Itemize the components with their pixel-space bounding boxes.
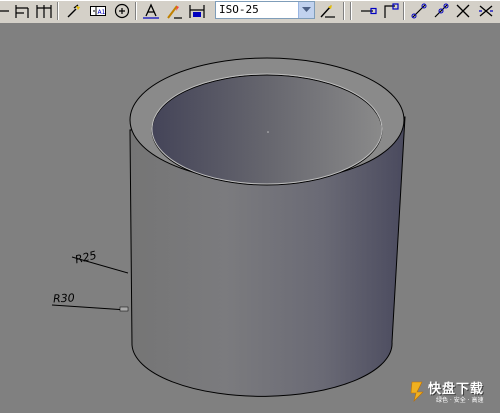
dimstyle-select[interactable]: ISO-25 xyxy=(215,1,315,19)
dim-baseline-icon[interactable] xyxy=(12,1,32,21)
tolerance-icon[interactable]: A1 xyxy=(88,1,108,21)
drawing-viewport xyxy=(51,57,406,397)
dimension-label-r30[interactable]: R30 xyxy=(53,291,75,305)
center-mark-icon[interactable] xyxy=(112,1,132,21)
chevron-down-icon[interactable] xyxy=(298,2,314,18)
leader-arrow-r30 xyxy=(119,306,129,312)
drawing-canvas[interactable]: R25 R30 xyxy=(0,24,500,409)
snap-tangent-icon[interactable] xyxy=(409,1,429,21)
center-point-marker xyxy=(267,131,269,133)
dim-text-edit-icon[interactable] xyxy=(164,1,184,21)
snap-intersection-icon[interactable] xyxy=(453,1,473,21)
dim-update-icon[interactable] xyxy=(187,1,207,21)
dimstyle-value: ISO-25 xyxy=(219,3,259,16)
watermark-subtitle: 绿色 · 安全 · 高速 xyxy=(436,397,484,404)
dim-continue-icon[interactable] xyxy=(34,1,54,21)
toolbar-separator xyxy=(343,2,345,20)
dim-style-icon[interactable] xyxy=(317,1,337,21)
dim-edit-icon[interactable] xyxy=(141,1,161,21)
toolbar-separator xyxy=(350,2,352,20)
snap-node-icon[interactable] xyxy=(380,1,400,21)
quick-leader-icon[interactable] xyxy=(64,1,84,21)
site-watermark: 快盘下载 绿色 · 安全 · 高速 xyxy=(410,378,498,406)
svg-text:A1: A1 xyxy=(98,9,106,16)
snap-none-icon[interactable] xyxy=(476,1,496,21)
watermark-logo-icon xyxy=(410,381,424,402)
toolbar-separator xyxy=(57,2,59,20)
dimension-toolbar: A1 ISO-25 xyxy=(0,0,500,24)
snap-endpoint-icon[interactable] xyxy=(358,1,378,21)
toolbar-separator xyxy=(135,2,137,20)
leader-line-r30 xyxy=(51,304,128,311)
snap-perpendicular-icon[interactable] xyxy=(431,1,451,21)
toolbar-separator xyxy=(403,2,405,20)
